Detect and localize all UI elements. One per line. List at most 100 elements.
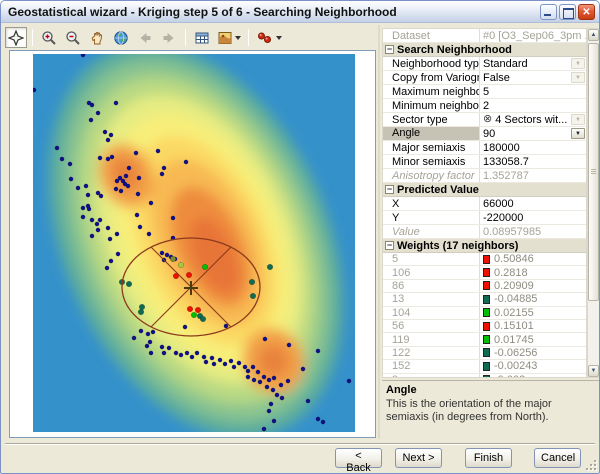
minimize-button[interactable] bbox=[540, 4, 557, 20]
back-button[interactable]: < Back bbox=[335, 448, 382, 473]
property-row-value[interactable]: Value 0.08957985 bbox=[383, 225, 586, 239]
back-button-toolbar[interactable] bbox=[134, 27, 156, 48]
weight-color-swatch bbox=[483, 308, 490, 318]
weight-row[interactable]: 104 0.02155 bbox=[383, 306, 586, 320]
property-value[interactable]: ⊗ 4 Sectors wit... bbox=[479, 113, 586, 126]
title-bar[interactable]: Geostatistical wizard - Kriging step 5 o… bbox=[1, 1, 599, 23]
property-value[interactable]: 2 bbox=[479, 99, 586, 112]
property-row-sector-type[interactable]: Sector type ⊗ 4 Sectors wit... ▼ bbox=[383, 113, 586, 127]
value-text: -220000 bbox=[483, 211, 524, 224]
property-row-major-semiaxis[interactable]: Major semiaxis 180000 bbox=[383, 141, 586, 155]
property-value[interactable]: #0 [O3_Sep06_3pm ... bbox=[479, 29, 586, 42]
neighbor-point-light_green bbox=[177, 261, 185, 269]
maximize-button[interactable] bbox=[559, 4, 576, 20]
close-button[interactable] bbox=[578, 4, 595, 20]
property-row-copy-from-variogram[interactable]: Copy from Variogram False ▼ bbox=[383, 71, 586, 85]
value-text: 133058.7 bbox=[483, 155, 529, 168]
weight-value-cell: 0.01745 bbox=[479, 333, 586, 346]
data-point bbox=[95, 227, 101, 233]
section-label: Search Neighborhood bbox=[397, 43, 512, 56]
property-value[interactable]: Standard bbox=[479, 57, 586, 70]
weight-row[interactable]: 5 0.50846 bbox=[383, 253, 586, 267]
property-row-angle[interactable]: Angle 90 ▼ bbox=[383, 127, 586, 141]
finish-button[interactable]: Finish bbox=[465, 448, 512, 468]
property-row-anisotropy-factor[interactable]: Anisotropy factor 1.352787 bbox=[383, 169, 586, 183]
property-value[interactable]: 66000 bbox=[479, 197, 586, 210]
property-value[interactable]: 5 bbox=[479, 85, 586, 98]
property-value[interactable]: 0.08957985 bbox=[479, 225, 586, 238]
navigate-tool-button[interactable] bbox=[5, 27, 27, 48]
next-button[interactable]: Next > bbox=[395, 448, 442, 468]
property-row-maximum-neighbors[interactable]: Maximum neighbors 5 bbox=[383, 85, 586, 99]
property-value[interactable]: False bbox=[479, 71, 586, 84]
weight-row[interactable]: 119 0.01745 bbox=[383, 333, 586, 347]
scroll-up-icon[interactable]: ▲ bbox=[588, 29, 599, 41]
property-row-x[interactable]: X 66000 bbox=[383, 197, 586, 211]
grid-section-header[interactable]: − Search Neighborhood bbox=[383, 43, 586, 57]
dropdown-button[interactable]: ▼ bbox=[571, 72, 585, 83]
show-table-button[interactable] bbox=[191, 27, 213, 48]
cancel-button[interactable]: Cancel bbox=[534, 448, 581, 468]
property-value[interactable]: -220000 bbox=[479, 211, 586, 224]
property-value[interactable]: 1.352787 bbox=[479, 169, 586, 182]
table-icon bbox=[195, 32, 209, 43]
weight-row[interactable]: 122 -0.06256 bbox=[383, 346, 586, 361]
weight-row[interactable]: 13 -0.04885 bbox=[383, 293, 586, 307]
data-point bbox=[300, 366, 306, 372]
weight-row[interactable]: 56 0.15101 bbox=[383, 319, 586, 334]
weight-color-swatch bbox=[483, 268, 490, 278]
data-point bbox=[85, 192, 91, 198]
property-value[interactable]: 133058.7 bbox=[479, 155, 586, 168]
data-point bbox=[113, 100, 119, 106]
weight-value: -0.00243 bbox=[494, 360, 538, 373]
property-label: Sector type bbox=[392, 113, 448, 126]
property-row-minor-semiaxis[interactable]: Minor semiaxis 133058.7 bbox=[383, 155, 586, 169]
weight-color-swatch bbox=[483, 281, 490, 291]
dropdown-button[interactable]: ▼ bbox=[571, 114, 585, 125]
zoom-in-button[interactable] bbox=[38, 27, 60, 48]
data-point bbox=[88, 117, 94, 123]
data-point bbox=[59, 156, 65, 162]
property-row-dataset[interactable]: Dataset #0 [O3_Sep06_3pm ... bbox=[383, 29, 586, 43]
collapse-icon[interactable]: − bbox=[385, 45, 394, 54]
property-row-y[interactable]: Y -220000 bbox=[383, 211, 586, 225]
weight-row[interactable]: 106 0.2818 bbox=[383, 266, 586, 280]
property-value[interactable]: 180000 bbox=[479, 141, 586, 154]
data-point bbox=[173, 350, 179, 356]
property-value[interactable]: 90 bbox=[479, 127, 586, 140]
scroll-down-icon[interactable]: ▼ bbox=[588, 365, 599, 377]
weight-color-swatch bbox=[483, 348, 490, 358]
zoom-out-button[interactable] bbox=[62, 27, 84, 48]
dropdown-button[interactable]: ▼ bbox=[571, 58, 585, 69]
data-point bbox=[305, 398, 311, 404]
weight-value-cell: 0.50846 bbox=[479, 253, 586, 266]
panel-splitter[interactable] bbox=[378, 25, 380, 439]
scrollbar-thumb[interactable] bbox=[588, 43, 599, 301]
navigate-icon bbox=[8, 29, 24, 46]
forward-button-toolbar[interactable] bbox=[158, 27, 180, 48]
points-menu-button[interactable] bbox=[253, 27, 285, 48]
pan-button[interactable] bbox=[86, 27, 108, 48]
neighbor-id: 9 bbox=[383, 374, 479, 377]
neighbor-point-dark_green bbox=[199, 315, 207, 323]
weight-row[interactable]: 86 0.20909 bbox=[383, 279, 586, 294]
grid-section-header[interactable]: − Weights (17 neighbors) bbox=[383, 239, 586, 253]
weight-row[interactable]: 152 -0.00243 bbox=[383, 360, 586, 374]
neighbor-id: 5 bbox=[392, 253, 399, 266]
data-point bbox=[266, 408, 272, 414]
resize-grip[interactable] bbox=[584, 458, 597, 471]
property-row-minimum-neighbors[interactable]: Minimum neighbors 2 bbox=[383, 99, 586, 113]
surface-menu-button[interactable] bbox=[214, 27, 244, 48]
grid-section-header[interactable]: − Predicted Value bbox=[383, 183, 586, 197]
full-extent-button[interactable] bbox=[110, 27, 132, 48]
property-label: Neighborhood type bbox=[392, 57, 479, 70]
collapse-icon[interactable]: − bbox=[385, 241, 394, 250]
weight-row[interactable]: 9 -0.002 bbox=[383, 373, 586, 377]
collapse-icon[interactable]: − bbox=[385, 185, 394, 194]
dropdown-button[interactable]: ▼ bbox=[571, 128, 585, 139]
grid-scrollbar[interactable]: ▲ ▼ bbox=[587, 28, 599, 378]
data-point bbox=[264, 384, 270, 390]
property-row-neighborhood-type[interactable]: Neighborhood type Standard ▼ bbox=[383, 57, 586, 71]
kriging-map[interactable] bbox=[33, 54, 355, 432]
data-point bbox=[68, 176, 74, 182]
